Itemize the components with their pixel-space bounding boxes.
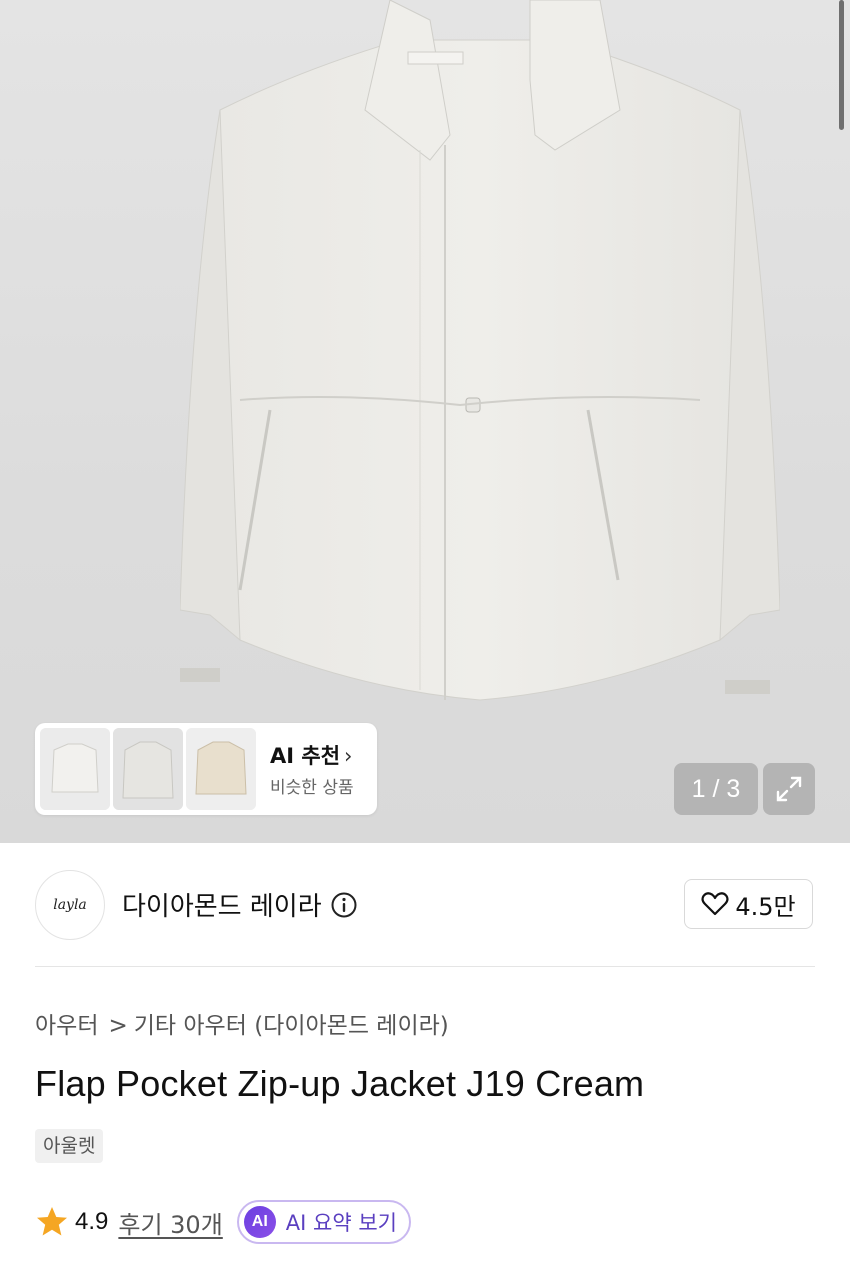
scrollbar[interactable]: [839, 0, 844, 130]
jacket-thumb-grey-icon: [113, 728, 183, 810]
jacket-thumb-beige-icon: [186, 728, 256, 810]
ai-recommend-title[interactable]: AI 추천 ›: [270, 740, 352, 770]
brand-logo[interactable]: layla: [35, 870, 105, 940]
rating-score: 4.9: [75, 1208, 109, 1235]
divider: [35, 966, 815, 967]
heart-icon: [701, 892, 729, 916]
breadcrumb-item[interactable]: 아우터: [35, 1013, 98, 1039]
expand-button[interactable]: [763, 763, 815, 815]
ai-recommendation-card[interactable]: AI 추천 › 비슷한 상품: [35, 723, 377, 815]
expand-icon: [776, 776, 802, 802]
jacket-thumb-cream-icon: [40, 728, 110, 810]
like-count: 4.5만: [735, 892, 796, 921]
brand-name[interactable]: 다이아몬드 레이라: [122, 886, 358, 923]
breadcrumb-brand[interactable]: (다이아몬드 레이라): [254, 1013, 449, 1039]
like-button[interactable]: 4.5만: [684, 879, 813, 929]
product-image[interactable]: [180, 0, 780, 720]
ai-summary-button[interactable]: AI AI 요약 보기: [236, 1200, 411, 1244]
ai-recommend-subtitle: 비슷한 상품: [270, 778, 354, 798]
outlet-tag: 아울렛: [35, 1129, 104, 1163]
chevron-right-icon: >: [108, 1013, 128, 1039]
breadcrumb: 아우터 > 기타 아우터 (다이아몬드 레이라): [35, 1006, 449, 1040]
review-count-link[interactable]: 후기 30개: [118, 1205, 222, 1240]
star-icon: [37, 1207, 67, 1236]
thumbnail-2[interactable]: [113, 728, 183, 810]
product-title: Flap Pocket Zip-up Jacket J19 Cream: [35, 1063, 645, 1104]
thumbnail-3[interactable]: [186, 728, 256, 810]
ai-badge-icon: AI: [243, 1206, 276, 1238]
chevron-right-icon: ›: [344, 744, 353, 768]
breadcrumb-item[interactable]: 기타 아우터: [134, 1013, 247, 1039]
rating-row: 4.9 후기 30개 AI AI 요약 보기: [35, 1200, 411, 1244]
ai-summary-label: AI 요약 보기: [285, 1211, 397, 1235]
thumbnail-1[interactable]: [40, 728, 110, 810]
info-icon[interactable]: [330, 891, 358, 919]
product-image-gallery[interactable]: AI 추천 › 비슷한 상품 1 / 3: [0, 0, 850, 843]
image-page-indicator: 1 / 3: [674, 763, 758, 815]
